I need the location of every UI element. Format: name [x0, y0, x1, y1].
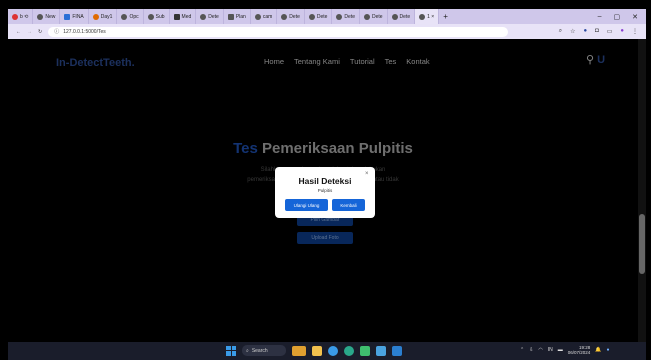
window-controls: – ▢ ✕ [598, 13, 646, 21]
tab-15[interactable]: Dete [388, 9, 416, 24]
tab-6[interactable]: Sub [144, 9, 170, 24]
language-indicator[interactable]: IN [548, 347, 553, 353]
maximize-button[interactable]: ▢ [614, 13, 621, 21]
windows-start-icon[interactable] [226, 345, 236, 356]
tab-8[interactable]: Dete [196, 9, 224, 24]
extension-icon[interactable]: ● [583, 28, 587, 35]
page-scrollbar[interactable] [638, 39, 646, 342]
tab-12[interactable]: Dete [305, 9, 333, 24]
tab-11[interactable]: Dete [277, 9, 305, 24]
chrome-icon[interactable] [328, 345, 338, 356]
edge-icon[interactable] [344, 345, 354, 356]
favicon-icon [227, 13, 234, 20]
taskbar-apps: ⌕ Search [226, 345, 402, 356]
tray-chevron-icon[interactable]: ⌃ [520, 347, 524, 353]
globe-icon [281, 13, 288, 20]
favicon-icon [121, 13, 128, 20]
modal-title: Hasil Deteksi [298, 176, 352, 186]
retry-button[interactable]: Ulangi Ulang [285, 199, 328, 211]
zoom-icon[interactable]: ⌕ [559, 28, 562, 35]
vscode-icon[interactable] [392, 345, 402, 356]
favicon-icon [254, 13, 261, 20]
result-modal: × Hasil Deteksi Pulpitis Ulangi Ulang Ke… [275, 167, 375, 218]
tab-5[interactable]: Opc [117, 9, 144, 24]
url-text: 127.0.0.1:5000/Tes [63, 28, 106, 35]
favicon-icon [64, 13, 71, 20]
menu-kebab-icon[interactable]: ⋮ [632, 28, 638, 35]
tab-13[interactable]: Dete [332, 9, 360, 24]
globe-icon [308, 13, 315, 20]
tab-10[interactable]: cam [251, 9, 278, 24]
taskbar: ⌕ Search ⌃ ⇩ ◠ IN ▬ 19:28 06/07/2024 🔔 ● [8, 342, 646, 360]
extensions-puzzle-icon[interactable]: ◘ [595, 28, 599, 35]
new-tab-button[interactable]: + [439, 9, 452, 24]
favicon-icon [173, 13, 180, 20]
tab-7[interactable]: Med [170, 9, 197, 24]
star-icon[interactable]: ☆ [570, 28, 575, 35]
notification-bell-icon[interactable]: 🔔 [595, 347, 601, 353]
profile-avatar[interactable]: ● [620, 28, 624, 35]
back-arrow-icon[interactable]: ← [16, 29, 21, 35]
browser-tab-bar: b ⟲ New FINA Day1 Opc Sub Med Dete Plan … [8, 9, 646, 24]
globe-icon [363, 13, 370, 20]
scroll-thumb[interactable] [639, 214, 645, 274]
search-icon: ⌕ [246, 347, 249, 354]
tab-3[interactable]: FINA [60, 9, 89, 24]
terminal-icon[interactable] [360, 345, 370, 356]
favicon-icon [12, 13, 18, 20]
site-info-icon[interactable]: ⓘ [54, 28, 59, 35]
globe-icon [200, 13, 207, 20]
system-tray: ⌃ ⇩ ◠ IN ▬ 19:28 06/07/2024 🔔 ● [520, 345, 610, 355]
wifi-icon[interactable]: ◠ [538, 347, 542, 353]
usb-icon[interactable]: ⇩ [529, 347, 533, 353]
toolbar-right: ⌕ ☆ ● ◘ ▭ ● ⋮ [559, 28, 638, 35]
store-icon[interactable] [376, 345, 386, 356]
file-explorer-icon[interactable] [312, 345, 322, 356]
clock[interactable]: 19:28 06/07/2024 [568, 345, 591, 355]
forward-arrow-icon[interactable]: → [27, 29, 32, 35]
globe-icon [147, 13, 154, 20]
sidebar-icon[interactable]: ▭ [607, 28, 613, 35]
favicon-icon [92, 13, 99, 20]
tab-active[interactable]: 1 × [415, 9, 440, 24]
widgets-icon[interactable] [292, 345, 306, 356]
globe-icon [419, 13, 426, 20]
url-input[interactable]: ⓘ 127.0.0.1:5000/Tes [48, 26, 509, 37]
copilot-icon[interactable]: ● [607, 347, 610, 353]
back-button[interactable]: Kembali [332, 199, 365, 211]
tab-9[interactable]: Plan [224, 9, 251, 24]
close-window-button[interactable]: ✕ [632, 13, 638, 21]
detection-result: Pulpitis [317, 188, 333, 193]
globe-icon [391, 13, 398, 20]
taskbar-search[interactable]: ⌕ Search [242, 345, 286, 356]
battery-icon[interactable]: ▬ [558, 347, 563, 353]
address-bar: ← → ↻ ⓘ 127.0.0.1:5000/Tes ⌕ ☆ ● ◘ ▭ ● ⋮ [8, 24, 646, 39]
tab-2[interactable]: New [33, 9, 61, 24]
tab-4[interactable]: Day1 [89, 9, 118, 24]
minimize-button[interactable]: – [598, 13, 602, 21]
globe-icon [336, 13, 343, 20]
tab-1[interactable]: b ⟲ [8, 9, 34, 24]
reload-icon[interactable]: ↻ [38, 29, 42, 35]
favicon-icon [37, 13, 44, 20]
tab-14[interactable]: Dete [360, 9, 388, 24]
